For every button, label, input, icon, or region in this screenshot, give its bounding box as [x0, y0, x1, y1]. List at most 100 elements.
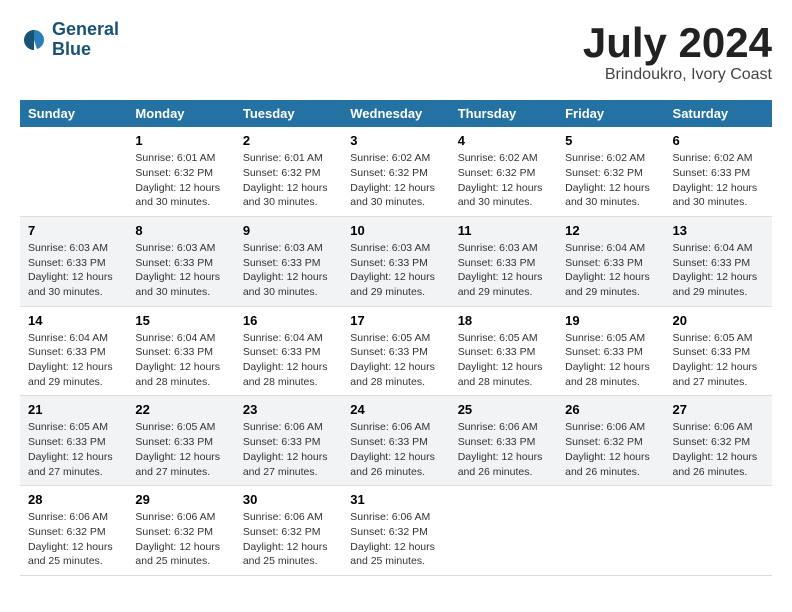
day-number: 29: [135, 492, 226, 507]
calendar-week-row: 1 Sunrise: 6:01 AM Sunset: 6:32 PM Daylig…: [20, 127, 772, 216]
calendar-cell: 22Sunrise: 6:05 AM Sunset: 6:33 PM Dayli…: [127, 396, 234, 486]
calendar-cell: 31 Sunrise: 6:06 AM Sunset: 6:32 PM Dayli…: [342, 486, 449, 576]
calendar-week-row: 14 Sunrise: 6:04 AM Sunset: 6:33 PM Dayli…: [20, 306, 772, 396]
calendar-cell: 7 Sunrise: 6:03 AM Sunset: 6:33 PM Daylig…: [20, 216, 127, 306]
day-info: Sunrise: 6:05 AM Sunset: 6:33 PM Dayligh…: [673, 331, 764, 390]
day-number: 31: [350, 492, 441, 507]
logo: General Blue: [20, 20, 119, 60]
day-number: 14: [28, 313, 119, 328]
title-block: July 2024 Brindoukro, Ivory Coast: [583, 20, 772, 84]
calendar-cell: 30 Sunrise: 6:06 AM Sunset: 6:32 PM Dayli…: [235, 486, 342, 576]
calendar-cell: 6 Sunrise: 6:02 AM Sunset: 6:33 PM Daylig…: [665, 127, 772, 216]
day-info: Sunrise: 6:04 AM Sunset: 6:33 PM Dayligh…: [243, 331, 334, 390]
day-number: 4: [458, 133, 549, 148]
logo-text: General Blue: [52, 20, 119, 60]
day-number: 15: [135, 313, 226, 328]
calendar-cell: 20 Sunrise: 6:05 AM Sunset: 6:33 PM Dayli…: [665, 306, 772, 396]
calendar-cell: 24 Sunrise: 6:06 AM Sunset: 6:33 PM Dayli…: [342, 396, 449, 486]
weekday-header-sunday: Sunday: [20, 100, 127, 127]
day-number: 20: [673, 313, 764, 328]
day-info: Sunrise: 6:06 AM Sunset: 6:33 PM Dayligh…: [350, 420, 441, 479]
day-info: Sunrise: 6:02 AM Sunset: 6:32 PM Dayligh…: [458, 151, 549, 210]
calendar-cell: 21 Sunrise: 6:05 AM Sunset: 6:33 PM Dayli…: [20, 396, 127, 486]
calendar-week-row: 7 Sunrise: 6:03 AM Sunset: 6:33 PM Daylig…: [20, 216, 772, 306]
day-number: 22: [135, 402, 226, 417]
calendar-cell: 14Sunrise: 6:04 AM Sunset: 6:33 PM Dayli…: [20, 306, 127, 396]
day-number: 23: [243, 402, 334, 417]
day-number: 27: [673, 402, 764, 417]
calendar-cell: 12Sunrise: 6:04 AM Sunset: 6:33 PM Dayli…: [557, 216, 664, 306]
calendar-cell: 11Sunrise: 6:03 AM Sunset: 6:33 PM Dayli…: [450, 216, 557, 306]
day-info: Sunrise: 6:06 AM Sunset: 6:32 PM Dayligh…: [135, 510, 226, 569]
day-info: Sunrise: 6:03 AM Sunset: 6:33 PM Dayligh…: [28, 241, 119, 300]
day-number: 7: [28, 223, 119, 238]
day-info: Sunrise: 6:03 AM Sunset: 6:33 PM Dayligh…: [135, 241, 226, 300]
calendar-cell: 26Sunrise: 6:06 AM Sunset: 6:32 PM Dayli…: [557, 396, 664, 486]
calendar-week-row: 21 Sunrise: 6:05 AM Sunset: 6:33 PM Dayli…: [20, 396, 772, 486]
day-info: Sunrise: 6:05 AM Sunset: 6:33 PM Dayligh…: [458, 331, 549, 390]
calendar-cell: 27 Sunrise: 6:06 AM Sunset: 6:32 PM Dayli…: [665, 396, 772, 486]
calendar-cell: [557, 486, 664, 576]
day-number: 3: [350, 133, 441, 148]
day-number: 10: [350, 223, 441, 238]
day-number: 26: [565, 402, 656, 417]
day-info: Sunrise: 6:01 AM Sunset: 6:32 PM Dayligh…: [135, 151, 226, 210]
day-number: 28: [28, 492, 119, 507]
calendar-cell: 17 Sunrise: 6:05 AM Sunset: 6:33 PM Dayli…: [342, 306, 449, 396]
day-number: 1: [135, 133, 226, 148]
day-info: Sunrise: 6:02 AM Sunset: 6:33 PM Dayligh…: [673, 151, 764, 210]
logo-icon: [20, 26, 48, 54]
day-info: Sunrise: 6:06 AM Sunset: 6:32 PM Dayligh…: [673, 420, 764, 479]
day-info: Sunrise: 6:05 AM Sunset: 6:33 PM Dayligh…: [350, 331, 441, 390]
weekday-header-row: SundayMondayTuesdayWednesdayThursdayFrid…: [20, 100, 772, 127]
calendar-week-row: 28 Sunrise: 6:06 AM Sunset: 6:32 PM Dayli…: [20, 486, 772, 576]
page-header: General Blue July 2024 Brindoukro, Ivory…: [20, 20, 772, 84]
weekday-header-wednesday: Wednesday: [342, 100, 449, 127]
calendar-cell: 4 Sunrise: 6:02 AM Sunset: 6:32 PM Daylig…: [450, 127, 557, 216]
day-number: 13: [673, 223, 764, 238]
calendar-cell: [20, 127, 127, 216]
day-info: Sunrise: 6:04 AM Sunset: 6:33 PM Dayligh…: [135, 331, 226, 390]
calendar-cell: 23Sunrise: 6:06 AM Sunset: 6:33 PM Dayli…: [235, 396, 342, 486]
day-info: Sunrise: 6:06 AM Sunset: 6:32 PM Dayligh…: [243, 510, 334, 569]
location: Brindoukro, Ivory Coast: [583, 66, 772, 84]
calendar-cell: 28Sunrise: 6:06 AM Sunset: 6:32 PM Dayli…: [20, 486, 127, 576]
weekday-header-saturday: Saturday: [665, 100, 772, 127]
calendar-cell: 19Sunrise: 6:05 AM Sunset: 6:33 PM Dayli…: [557, 306, 664, 396]
day-number: 21: [28, 402, 119, 417]
calendar-cell: 8 Sunrise: 6:03 AM Sunset: 6:33 PM Daylig…: [127, 216, 234, 306]
calendar-cell: 15 Sunrise: 6:04 AM Sunset: 6:33 PM Dayli…: [127, 306, 234, 396]
day-info: Sunrise: 6:06 AM Sunset: 6:32 PM Dayligh…: [350, 510, 441, 569]
calendar-cell: 16 Sunrise: 6:04 AM Sunset: 6:33 PM Dayli…: [235, 306, 342, 396]
calendar-cell: 13 Sunrise: 6:04 AM Sunset: 6:33 PM Dayli…: [665, 216, 772, 306]
day-info: Sunrise: 6:02 AM Sunset: 6:32 PM Dayligh…: [350, 151, 441, 210]
calendar-cell: 2Sunrise: 6:01 AM Sunset: 6:32 PM Daylig…: [235, 127, 342, 216]
calendar-cell: 3 Sunrise: 6:02 AM Sunset: 6:32 PM Daylig…: [342, 127, 449, 216]
weekday-header-tuesday: Tuesday: [235, 100, 342, 127]
day-number: 8: [135, 223, 226, 238]
day-info: Sunrise: 6:02 AM Sunset: 6:32 PM Dayligh…: [565, 151, 656, 210]
calendar-cell: [665, 486, 772, 576]
day-number: 16: [243, 313, 334, 328]
day-number: 9: [243, 223, 334, 238]
calendar-cell: 25 Sunrise: 6:06 AM Sunset: 6:33 PM Dayli…: [450, 396, 557, 486]
day-info: Sunrise: 6:05 AM Sunset: 6:33 PM Dayligh…: [28, 420, 119, 479]
calendar-cell: 18Sunrise: 6:05 AM Sunset: 6:33 PM Dayli…: [450, 306, 557, 396]
calendar-cell: 1 Sunrise: 6:01 AM Sunset: 6:32 PM Daylig…: [127, 127, 234, 216]
calendar-cell: 10 Sunrise: 6:03 AM Sunset: 6:33 PM Dayli…: [342, 216, 449, 306]
day-info: Sunrise: 6:06 AM Sunset: 6:33 PM Dayligh…: [458, 420, 549, 479]
day-number: 6: [673, 133, 764, 148]
day-info: Sunrise: 6:04 AM Sunset: 6:33 PM Dayligh…: [673, 241, 764, 300]
day-info: Sunrise: 6:03 AM Sunset: 6:33 PM Dayligh…: [458, 241, 549, 300]
weekday-header-thursday: Thursday: [450, 100, 557, 127]
day-info: Sunrise: 6:05 AM Sunset: 6:33 PM Dayligh…: [565, 331, 656, 390]
day-number: 30: [243, 492, 334, 507]
calendar-cell: 5 Sunrise: 6:02 AM Sunset: 6:32 PM Daylig…: [557, 127, 664, 216]
day-number: 17: [350, 313, 441, 328]
day-number: 24: [350, 402, 441, 417]
month-title: July 2024: [583, 20, 772, 66]
day-number: 25: [458, 402, 549, 417]
calendar-cell: 9Sunrise: 6:03 AM Sunset: 6:33 PM Daylig…: [235, 216, 342, 306]
day-number: 5: [565, 133, 656, 148]
day-info: Sunrise: 6:03 AM Sunset: 6:33 PM Dayligh…: [350, 241, 441, 300]
